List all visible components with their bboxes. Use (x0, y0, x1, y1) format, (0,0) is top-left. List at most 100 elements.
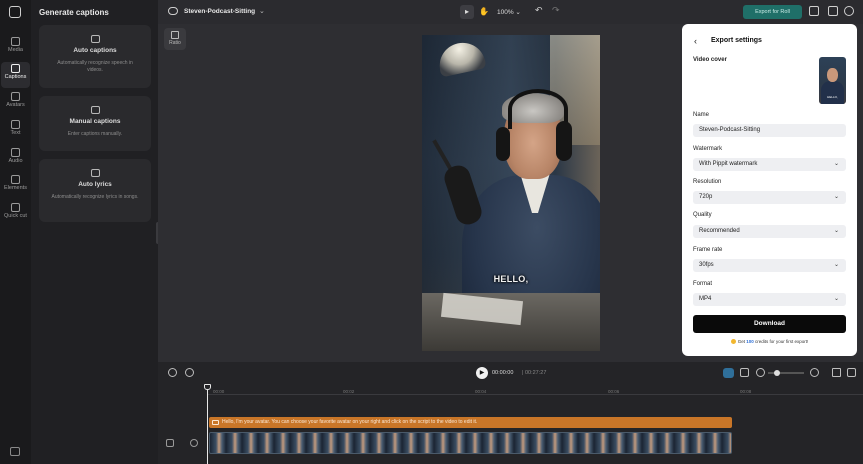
card-title: Manual captions (69, 118, 121, 125)
captions-icon (11, 64, 20, 73)
scissors-icon (11, 203, 20, 212)
card-description: Enter captions manually. (67, 131, 123, 137)
elements-icon (11, 175, 20, 184)
quality-select[interactable]: Recommended ⌄ (693, 225, 846, 238)
video-preview[interactable]: HELLO, (422, 35, 600, 351)
audio-icon (11, 148, 20, 157)
export-button[interactable]: Export for Roll (743, 5, 802, 19)
rail-item-quick-cut[interactable]: Quick cut (1, 201, 30, 231)
zoom-in-icon[interactable] (810, 368, 819, 377)
redo-icon[interactable]: ↷ (552, 5, 560, 16)
resolution-value: 720p (699, 194, 713, 200)
playhead-handle[interactable] (204, 384, 211, 390)
resolution-label: Resolution (693, 179, 722, 185)
split-icon[interactable] (168, 368, 177, 377)
cc-icon (90, 35, 100, 43)
credits-post: credits for your first export! (755, 339, 809, 344)
timeline-toolbar: ▶ 00:00:00 | 00:27:27 (158, 362, 863, 384)
manual-captions-card[interactable]: Manual captions Enter captions manually. (39, 96, 151, 151)
headphone-left (496, 127, 510, 161)
zoom-value: 100% (497, 9, 514, 16)
chevron-down-icon: ⌄ (833, 228, 839, 234)
cloud-save-icon[interactable] (168, 7, 178, 15)
video-caption-text[interactable]: HELLO, (422, 274, 600, 284)
split-view-icon[interactable] (740, 368, 749, 377)
video-track-clip[interactable] (209, 432, 732, 454)
chevron-down-icon: ⌄ (833, 161, 839, 167)
playhead[interactable] (207, 385, 208, 464)
current-time: 00:00:00 (492, 370, 514, 376)
download-button[interactable]: Download (693, 315, 846, 333)
track-settings-icon[interactable] (190, 439, 198, 447)
zoom-slider-knob[interactable] (774, 370, 780, 376)
ratio-button[interactable]: Ratio (164, 28, 186, 50)
panel-title: Generate captions (39, 8, 109, 17)
layout-panel-icon[interactable] (828, 6, 838, 16)
format-value: MP4 (699, 296, 712, 302)
comment-icon[interactable] (847, 368, 856, 377)
quality-label: Quality (693, 212, 712, 218)
play-button[interactable]: ▶ (476, 367, 488, 379)
rail-item-label: Media (8, 47, 23, 53)
app-logo-icon[interactable] (9, 6, 21, 18)
chevron-down-icon: ⌄ (833, 194, 839, 200)
magnet-toggle-icon[interactable] (723, 368, 734, 378)
credits-number: 100 (746, 339, 754, 344)
avatars-icon (11, 92, 20, 101)
quality-value: Recommended (699, 228, 740, 234)
storage-icon[interactable] (809, 6, 819, 16)
ruler-tick: 00:00 (213, 389, 225, 394)
coin-icon (730, 339, 736, 345)
rail-item-label: Text (10, 130, 21, 136)
left-icon-rail: Media Captions Avatars Text Audio Elemen… (0, 0, 31, 464)
cc-icon (90, 106, 100, 114)
watermark-value: With Pippit watermark (699, 161, 758, 167)
time-ruler[interactable] (208, 387, 863, 395)
ruler-tick: 00:02 (343, 389, 355, 394)
chevron-down-icon[interactable]: ⌄ (259, 7, 265, 15)
card-description: Automatically recognize lyrics in songs. (51, 194, 139, 200)
media-icon (11, 37, 20, 46)
caption-track-clip[interactable]: Hello, I'm your avatar. You can choose y… (209, 417, 732, 428)
keyboard-shortcuts-icon[interactable] (10, 447, 20, 456)
ratio-label: Ratio (169, 40, 181, 46)
back-arrow-icon[interactable]: ‹ (694, 36, 697, 46)
zoom-select[interactable]: 100% ⌄ (497, 8, 521, 16)
rail-item-captions[interactable]: Captions (1, 62, 30, 88)
captions-panel: Generate captions Auto captions Automati… (31, 0, 158, 464)
auto-lyrics-card[interactable]: Auto lyrics Automatically recognize lyri… (39, 159, 151, 222)
hand-tool-icon[interactable]: ✋ (477, 5, 491, 19)
rail-item-text[interactable]: Text (1, 118, 30, 144)
format-select[interactable]: MP4 ⌄ (693, 293, 846, 306)
rail-item-audio[interactable]: Audio (1, 146, 30, 172)
credits-pre: Get (737, 339, 745, 344)
format-label: Format (693, 281, 713, 287)
fit-screen-icon[interactable] (832, 368, 841, 377)
rail-item-media[interactable]: Media (1, 35, 30, 61)
rail-item-label: Avatars (6, 102, 25, 108)
rail-item-label: Quick cut (4, 213, 27, 219)
headphone-right (556, 121, 572, 161)
pointer-tool-icon[interactable]: ▸ (460, 5, 474, 19)
ratio-icon (171, 31, 179, 39)
resolution-select[interactable]: 720p ⌄ (693, 191, 846, 204)
card-title: Auto captions (73, 47, 117, 54)
cover-caption-text: HELLO, (827, 95, 838, 99)
track-audio-toggle-icon[interactable] (166, 439, 174, 447)
undo-icon[interactable]: ↶ (535, 5, 543, 16)
music-icon (90, 169, 100, 177)
framerate-select[interactable]: 30fps ⌄ (693, 259, 846, 272)
zoom-out-icon[interactable] (756, 368, 765, 377)
rail-item-avatars[interactable]: Avatars (1, 90, 30, 116)
export-settings-modal: ‹ Export settings Video cover HELLO, Nam… (682, 24, 857, 356)
auto-captions-card[interactable]: Auto captions Automatically recognize sp… (39, 25, 151, 88)
rail-item-elements[interactable]: Elements (1, 173, 30, 199)
video-cover-thumbnail[interactable]: HELLO, (819, 57, 846, 104)
name-input[interactable]: Steven-Podcast-Sitting (693, 124, 846, 137)
ruler-tick: 00:04 (475, 389, 487, 394)
settings-gear-icon[interactable] (844, 6, 854, 16)
watermark-select[interactable]: With Pippit watermark ⌄ (693, 158, 846, 171)
delete-icon[interactable] (185, 368, 194, 377)
project-name[interactable]: Steven-Podcast-Sitting (184, 8, 255, 15)
modal-title: Export settings (711, 37, 762, 44)
